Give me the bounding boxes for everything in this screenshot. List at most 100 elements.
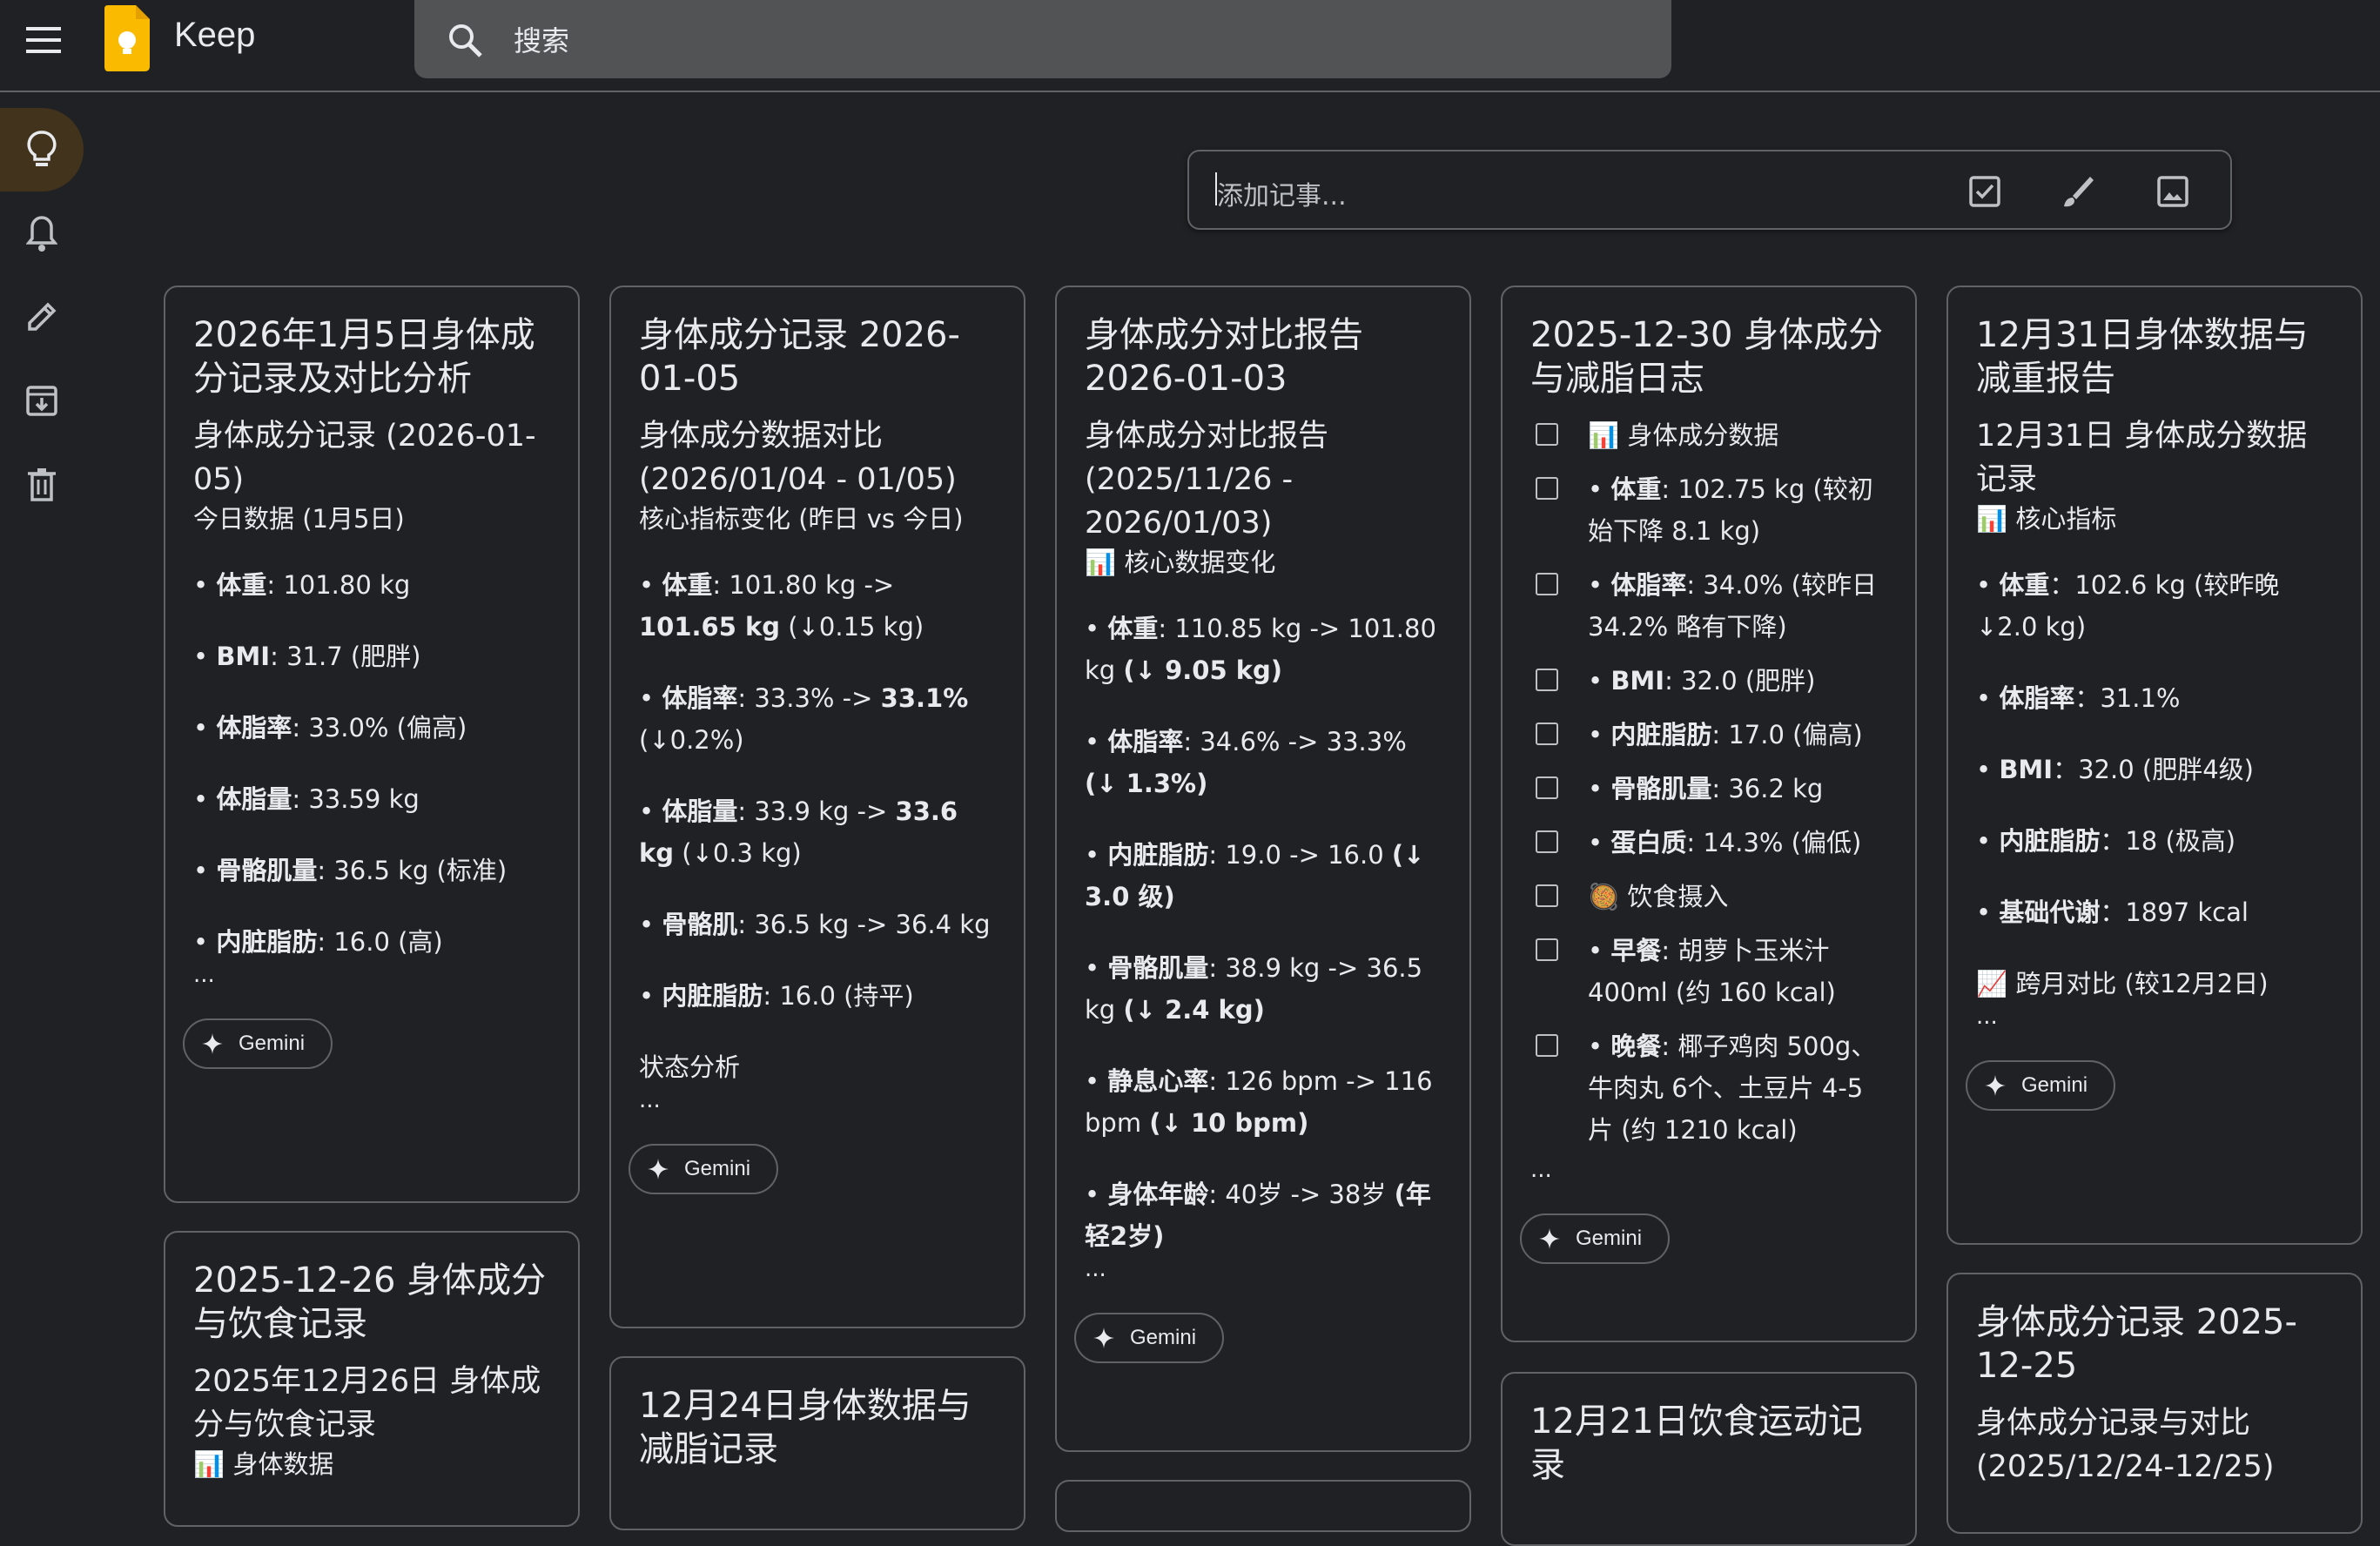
sparkle-icon [1093,1328,1114,1348]
note-truncation: ... [1976,1004,1998,1030]
top-app-bar: Keep 搜索 [0,0,2380,92]
checklist-item: • 体重: 102.75 kg (较初始下降 8.1 kg) [1530,468,1887,552]
bell-icon [26,216,57,252]
note-line: 📈 跨月对比 (较12月2日) [1976,969,2269,998]
checkbox[interactable] [1536,776,1558,799]
sparkle-icon [202,1033,223,1054]
note-title: 身体成分对比报告 2026-01-03 [1085,315,1363,399]
sidebar-item-notes[interactable] [0,108,84,192]
note-line: • 骨骼肌: 36.5 kg -> 36.4 kg [639,910,991,939]
checkbox[interactable] [1536,938,1558,961]
note-line: • 体脂量: 33.9 kg -> 33.6 kg (↓0.3 kg) [639,797,958,868]
checkbox-icon [1969,176,2000,207]
sparkle-icon [1985,1075,2006,1096]
note-line: • 身体年龄: 40岁 -> 38岁 (年轻2岁) [1085,1180,1431,1251]
note-title: 身体成分记录 2026-01-05 [639,315,960,399]
note-card[interactable]: 身体成分对比报告 2026-01-03 身体成分对比报告 (2025/11/26… [1055,286,1471,1452]
checklist-item: • 体脂率: 34.0% (较昨日34.2% 略有下降) [1530,564,1887,648]
checkbox[interactable] [1536,477,1558,500]
checkbox[interactable] [1536,423,1558,446]
note-card[interactable]: 12月21日饮食运动记录 [1501,1372,1917,1546]
gemini-label: Gemini [239,1032,306,1055]
take-note-bar[interactable]: 添加记事... [1187,150,2232,230]
note-card[interactable]: 12月31日身体数据与减重报告 12月31日 身体成分数据记录 📊 核心指标 •… [1946,286,2363,1245]
note-heading: 身体成分记录与对比 (2025/12/24-12/25) [1976,1406,2275,1484]
note-line: • 体重: 110.85 kg -> 101.80 kg (↓ 9.05 kg) [1085,614,1436,685]
gemini-label: Gemini [1576,1227,1643,1250]
gemini-button[interactable]: Gemini [1074,1313,1225,1363]
hamburger-menu-icon [26,27,61,53]
search-bar[interactable]: 搜索 [414,0,1671,78]
sidebar-item-trash[interactable] [0,442,84,526]
note-title: 2025-12-30 身体成分与减脂日志 [1530,315,1884,399]
note-truncation: ... [1530,1157,1552,1183]
note-subheading: 📊 核心数据变化 [1085,548,1276,577]
new-drawing-button[interactable] [2056,169,2101,214]
note-subheading: 📊 核心指标 [1976,504,2117,534]
sidebar-item-reminders[interactable] [0,192,84,275]
checklist-item: 📊 身体成分数据 [1530,414,1887,456]
note-card[interactable]: 12月24日身体数据与减脂记录 [609,1356,1025,1530]
new-image-button[interactable] [2150,169,2195,214]
note-heading: 12月31日 身体成分数据记录 [1976,419,2308,497]
note-title: 12月21日饮食运动记录 [1530,1401,1863,1485]
note-line: • BMI：32.0 (肥胖4级) [1976,755,2254,784]
checkbox[interactable] [1536,573,1558,595]
note-heading: 2025年12月26日 身体成分与饮食记录 [193,1364,541,1442]
checkbox[interactable] [1536,723,1558,745]
note-truncation: ... [1085,1256,1106,1282]
note-card[interactable] [1055,1480,1471,1532]
app-title[interactable]: Keep [174,16,255,55]
note-line: • 体脂率: 33.0% (偏高) [193,713,467,743]
note-card[interactable]: 2026年1月5日身体成分记录及对比分析 身体成分记录 (2026-01-05)… [164,286,580,1203]
checkbox[interactable] [1536,830,1558,853]
sidebar-item-edit-labels[interactable] [0,275,84,359]
note-line: • 体重: 101.80 kg [193,570,411,600]
gemini-label: Gemini [2021,1073,2088,1097]
checklist-item: 🥘 饮食摄入 [1530,876,1887,918]
note-card[interactable]: 2025-12-30 身体成分与减脂日志 📊 身体成分数据 • 体重: 102.… [1501,286,1917,1342]
gemini-button[interactable]: Gemini [183,1018,333,1069]
take-note-input[interactable]: 添加记事... [1217,174,1347,212]
image-icon [2157,176,2188,207]
checkbox[interactable] [1536,1034,1558,1057]
main-menu-button[interactable] [16,12,71,68]
gemini-button[interactable]: Gemini [1966,1060,2116,1111]
new-list-button[interactable] [1962,169,2007,214]
brush-icon [2064,177,2094,207]
note-truncation: ... [639,1087,661,1113]
note-card[interactable]: 身体成分记录 2025-12-25 身体成分记录与对比 (2025/12/24-… [1946,1273,2363,1534]
gemini-label: Gemini [1130,1326,1197,1349]
gemini-button[interactable]: Gemini [1520,1213,1671,1264]
search-input[interactable]: 搜索 [514,19,569,59]
pencil-icon [28,302,57,331]
note-line: • 体重：102.6 kg (较昨晚 ↓2.0 kg) [1976,570,2280,642]
gemini-label: Gemini [684,1157,751,1180]
note-card[interactable]: 2025-12-26 身体成分与饮食记录 2025年12月26日 身体成分与饮食… [164,1231,580,1527]
note-title: 2025-12-26 身体成分与饮食记录 [193,1260,547,1344]
note-card[interactable]: 身体成分记录 2026-01-05 身体成分数据对比 (2026/01/04 -… [609,286,1025,1328]
checklist-item: • 早餐: 胡萝卜玉米汁400ml (约 160 kcal) [1530,930,1887,1013]
note-line: • 基础代谢：1897 kcal [1976,897,2249,927]
sidebar-item-archive[interactable] [0,359,84,442]
keep-logo-icon[interactable] [101,5,150,71]
note-line: • 内脏脂肪: 16.0 (持平) [639,981,914,1011]
checklist-item: • 蛋白质: 14.3% (偏低) [1530,822,1887,864]
search-icon[interactable] [446,21,484,59]
note-title: 12月31日身体数据与减重报告 [1976,315,2309,399]
checkbox[interactable] [1536,884,1558,907]
note-line: • 体脂率：31.1% [1976,683,2181,713]
checklist-item: • 骨骼肌量: 36.2 kg [1530,768,1887,810]
note-line: • 体重: 101.80 kg -> 101.65 kg (↓0.15 kg) [639,570,924,642]
note-line: • 内脏脂肪: 19.0 -> 16.0 (↓ 3.0 级) [1085,840,1425,911]
gemini-button[interactable]: Gemini [629,1144,779,1194]
checkbox[interactable] [1536,669,1558,691]
note-line: • 骨骼肌量: 36.5 kg (标准) [193,856,508,885]
note-line: • 骨骼肌量: 38.9 kg -> 36.5 kg (↓ 2.4 kg) [1085,953,1423,1025]
sparkle-icon [1539,1228,1560,1249]
lightbulb-icon [27,131,57,166]
note-title: 2026年1月5日身体成分记录及对比分析 [193,315,535,399]
trash-icon [28,468,56,501]
note-title: 12月24日身体数据与减脂记录 [639,1386,971,1469]
note-heading: 身体成分数据对比 (2026/01/04 - 01/05) [639,419,957,497]
